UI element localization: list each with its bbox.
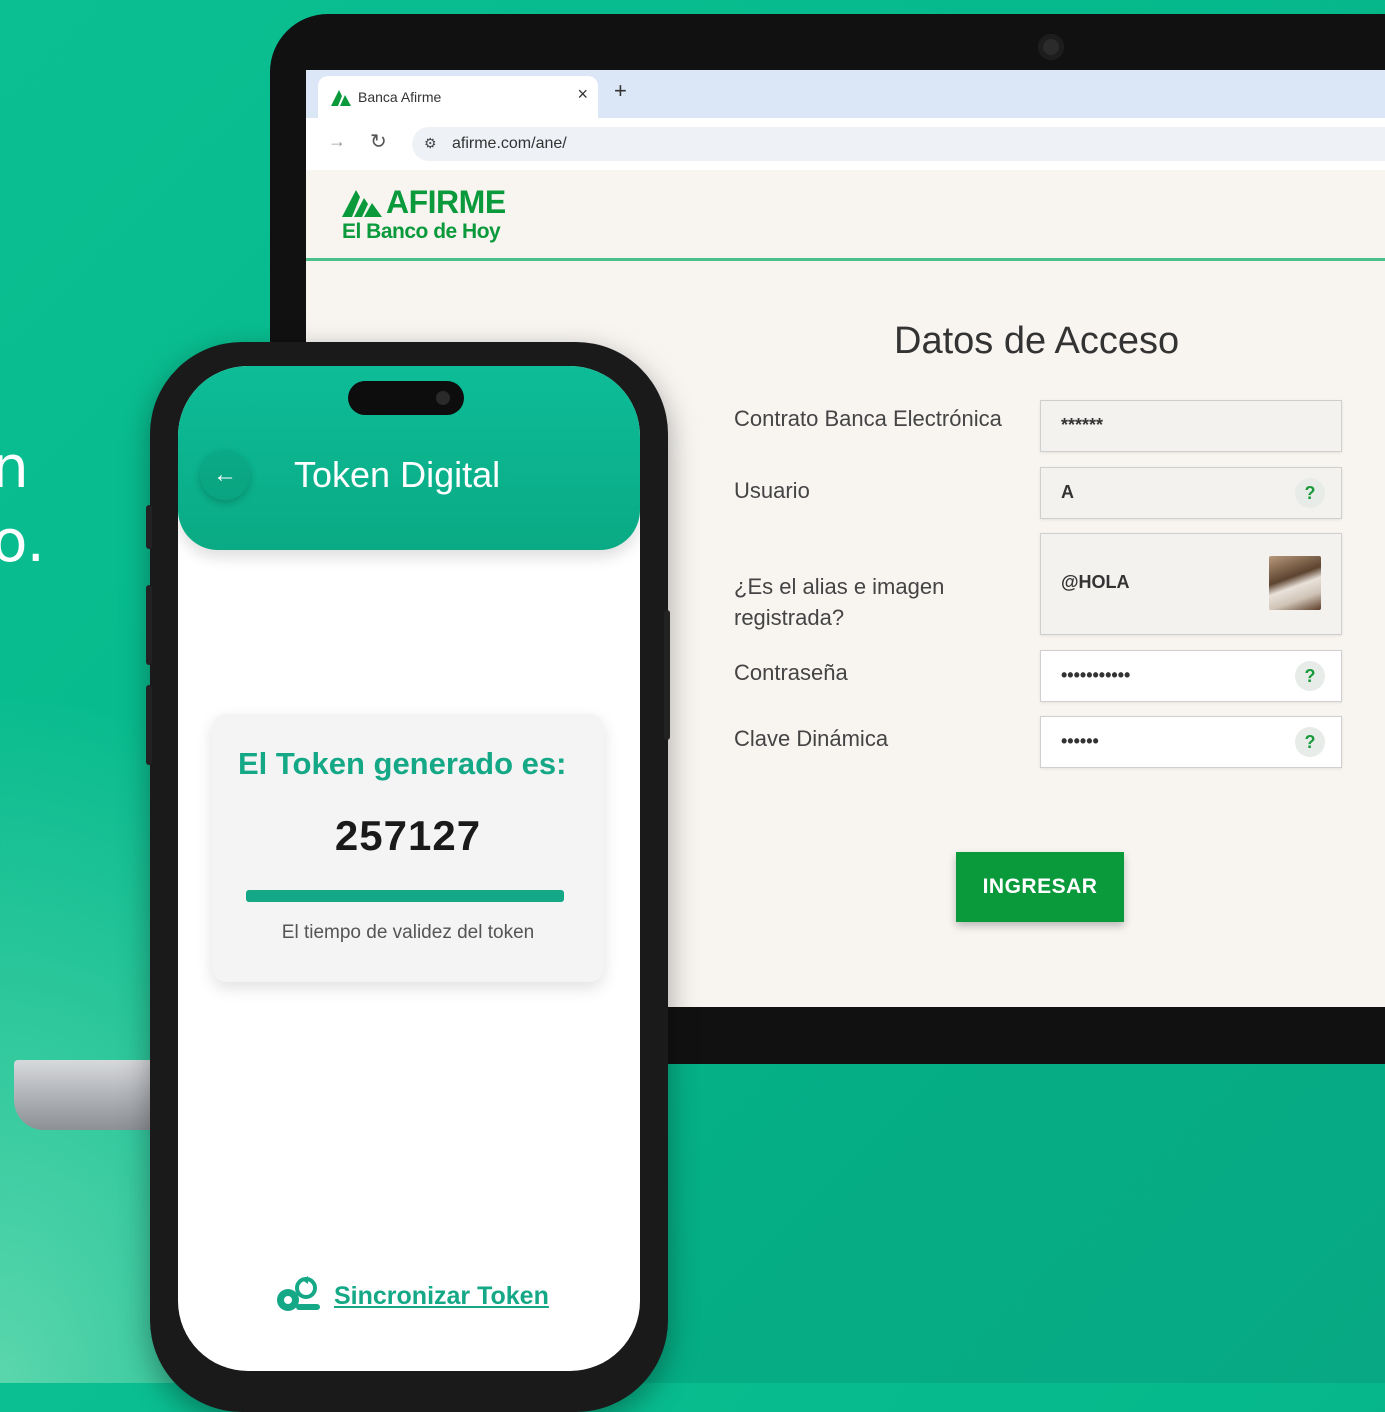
afirme-logo-icon	[342, 190, 382, 217]
phone-volume-up	[146, 585, 152, 665]
afirme-favicon-icon	[331, 90, 351, 106]
sync-token-label[interactable]: Sincronizar Token	[334, 1282, 549, 1311]
app-header: ← Token Digital	[178, 366, 640, 550]
alias-image	[1269, 556, 1321, 610]
close-tab-icon[interactable]: ×	[577, 84, 588, 105]
phone-side-button	[146, 505, 152, 549]
dynamic-island	[348, 381, 464, 415]
back-arrow-icon[interactable]: ←	[200, 450, 250, 500]
alias-field: @HOLA	[1040, 533, 1342, 635]
password-help-icon[interactable]: ?	[1295, 661, 1325, 691]
alias-label: ¿Es el alias e imagen registrada?	[734, 574, 945, 630]
token-validity-fill	[246, 890, 564, 902]
browser-tab[interactable]: Banca Afirme ×	[318, 76, 598, 118]
brand-name: AFIRME	[386, 184, 506, 220]
browser-tab-bar: Banca Afirme × +	[306, 70, 1385, 118]
phone-power-button	[664, 610, 670, 740]
site-header: AFIRME El Banco de Hoy	[306, 170, 1385, 261]
hero-text-line-1: n	[0, 433, 29, 501]
tab-title: Banca Afirme	[358, 89, 442, 105]
webcam	[1038, 34, 1064, 60]
form-title: Datos de Acceso	[894, 320, 1180, 362]
token-validity-caption: El tiempo de validez del token	[281, 922, 535, 943]
phone-volume-down	[146, 685, 152, 765]
alias-value: @HOLA	[1061, 572, 1130, 592]
user-field[interactable]: A ?	[1040, 467, 1342, 519]
url-text: afirme.com/ane/	[452, 135, 567, 152]
token-card: El Token generado es: 257127 El tiempo d…	[212, 714, 604, 982]
url-field[interactable]: ⚙ afirme.com/ane/	[412, 127, 1385, 161]
dynamic-key-help-icon[interactable]: ?	[1295, 727, 1325, 757]
new-tab-button[interactable]: +	[614, 78, 627, 104]
password-label: Contraseña	[734, 660, 848, 685]
token-label: El Token generado es:	[238, 746, 567, 781]
reload-icon[interactable]: ↻	[370, 129, 387, 154]
dynamic-key-label: Clave Dinámica	[734, 726, 889, 751]
user-help-icon[interactable]: ?	[1295, 478, 1325, 508]
phone-screen: ← Token Digital El Token generado es: 25…	[178, 366, 640, 1371]
token-validity-bar	[246, 890, 564, 902]
user-value: A	[1061, 482, 1074, 502]
app-title: Token Digital	[294, 454, 501, 495]
login-button[interactable]: INGRESAR	[956, 852, 1124, 922]
dynamic-key-value: ••••••	[1061, 731, 1099, 751]
address-bar: → ↻ ⚙ afirme.com/ane/	[306, 118, 1385, 171]
forward-icon[interactable]: →	[328, 131, 346, 152]
dynamic-key-field[interactable]: •••••• ?	[1040, 716, 1342, 768]
brand-tagline: El Banco de Hoy	[342, 220, 501, 243]
contract-label: Contrato Banca Electrónica	[734, 406, 1002, 431]
contract-field[interactable]: ******	[1040, 400, 1342, 452]
password-field[interactable]: ••••••••••• ?	[1040, 650, 1342, 702]
token-value: 257127	[334, 812, 482, 859]
password-value: •••••••••••	[1061, 665, 1131, 685]
site-settings-icon[interactable]: ⚙	[424, 135, 437, 152]
contract-value: ******	[1061, 415, 1104, 435]
hero-text-line-2: o.	[0, 507, 45, 575]
sync-icon	[277, 1276, 320, 1311]
user-label: Usuario	[734, 478, 810, 503]
